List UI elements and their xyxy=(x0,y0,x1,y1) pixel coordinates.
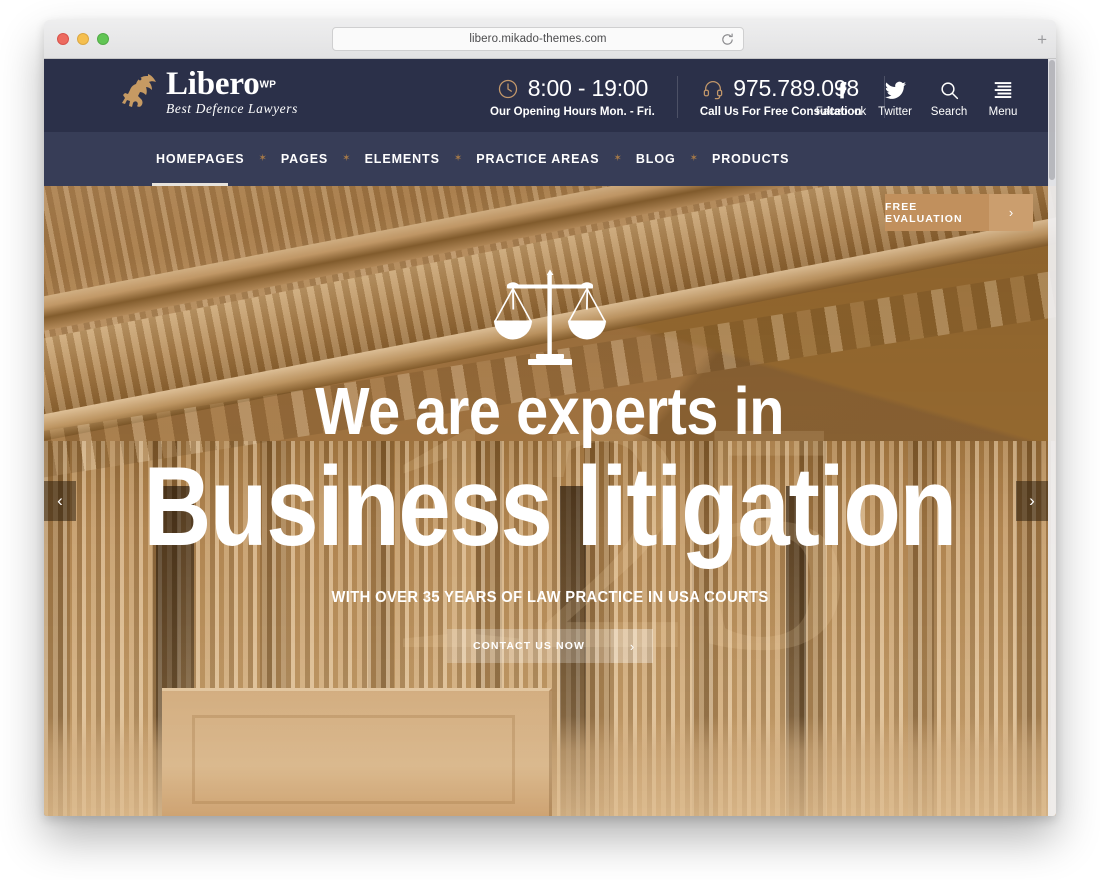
nav-item-homepages[interactable]: HOMEPAGES xyxy=(156,152,244,166)
nav-separator-icon: ✶ xyxy=(689,153,698,164)
nav-list: HOMEPAGES ✶ PAGES ✶ ELEMENTS ✶ PRACTICE … xyxy=(156,152,789,166)
griffin-icon xyxy=(118,68,160,116)
minimize-window-button[interactable] xyxy=(77,33,89,45)
nav-item-practice-areas[interactable]: PRACTICE AREAS xyxy=(476,152,599,166)
twitter-link[interactable]: Twitter xyxy=(868,77,922,118)
facebook-icon xyxy=(831,77,852,103)
nav-separator-icon: ✶ xyxy=(453,153,463,164)
menu-button[interactable]: Menu xyxy=(976,77,1030,118)
nav-item-pages[interactable]: PAGES xyxy=(281,152,328,166)
site-logo[interactable]: LiberoWP Best Defence Lawyers xyxy=(118,67,298,117)
twitter-label: Twitter xyxy=(878,106,912,118)
facebook-link[interactable]: Facebook xyxy=(814,77,868,118)
opening-hours-value: 8:00 - 19:00 xyxy=(527,75,649,101)
browser-titlebar: libero.mikado-themes.com + xyxy=(44,20,1056,59)
browser-window: libero.mikado-themes.com + LiberoWP Best… xyxy=(44,20,1056,816)
hero-content: We are experts in Business litigation WI… xyxy=(44,186,1056,816)
hero-slider: EQUAL JUSTICE UNDER LAW 125 xyxy=(44,186,1056,816)
nav-item-elements[interactable]: ELEMENTS xyxy=(365,152,440,166)
search-button[interactable]: Search xyxy=(922,77,976,118)
menu-label: Menu xyxy=(988,106,1018,118)
slider-prev-button[interactable]: ‹ xyxy=(44,481,76,521)
logo-name-row: LiberoWP xyxy=(166,66,298,102)
main-navigation: HOMEPAGES ✶ PAGES ✶ ELEMENTS ✶ PRACTICE … xyxy=(44,132,1056,186)
opening-hours-item: 8:00 - 19:00 Our Opening Hours Mon. - Fr… xyxy=(468,75,677,118)
chevron-right-icon: › xyxy=(611,629,654,663)
new-tab-button[interactable]: + xyxy=(1037,31,1047,48)
logo-superscript: WP xyxy=(259,79,277,91)
page-scrollbar[interactable] xyxy=(1048,59,1056,816)
nav-item-products[interactable]: PRODUCTS xyxy=(712,152,789,166)
free-evaluation-label: FREE EVALUATION xyxy=(885,194,989,231)
nav-item-blog[interactable]: BLOG xyxy=(636,152,676,166)
twitter-icon xyxy=(884,77,907,103)
site-header: LiberoWP Best Defence Lawyers 8:00 - 19:… xyxy=(44,59,1056,132)
scales-of-justice-icon xyxy=(490,268,610,372)
contact-us-now-label: CONTACT US NOW xyxy=(446,629,612,663)
search-label: Search xyxy=(930,106,968,118)
chevron-right-icon: › xyxy=(1029,491,1035,510)
chevron-left-icon: ‹ xyxy=(57,491,63,510)
contact-us-now-button[interactable]: CONTACT US NOW › xyxy=(446,629,654,663)
logo-text: LiberoWP Best Defence Lawyers xyxy=(166,67,298,117)
url-text: libero.mikado-themes.com xyxy=(469,33,607,45)
search-icon xyxy=(939,77,960,103)
nav-active-indicator xyxy=(152,183,228,186)
hero-heading-line-1: We are experts in xyxy=(315,374,785,449)
free-evaluation-button[interactable]: FREE EVALUATION › xyxy=(885,194,1033,231)
hero-heading-line-2: Business litigation xyxy=(143,444,958,569)
logo-name: Libero xyxy=(166,66,260,102)
nav-separator-icon: ✶ xyxy=(342,153,351,164)
window-controls xyxy=(57,33,109,45)
nav-separator-icon: ✶ xyxy=(258,153,267,164)
nav-separator-icon: ✶ xyxy=(613,153,622,164)
close-window-button[interactable] xyxy=(57,33,69,45)
header-icon-group: Facebook Twitter Search Menu xyxy=(814,77,1030,118)
facebook-label: Facebook xyxy=(815,106,867,118)
opening-hours-label: Our Opening Hours Mon. - Fri. xyxy=(490,106,655,118)
hero-subtitle: WITH OVER 35 YEARS OF LAW PRACTICE IN US… xyxy=(331,589,769,606)
reload-icon[interactable] xyxy=(720,32,735,47)
menu-icon xyxy=(992,77,1014,103)
headset-icon xyxy=(702,78,724,100)
page-viewport: LiberoWP Best Defence Lawyers 8:00 - 19:… xyxy=(44,59,1056,816)
opening-hours-top: 8:00 - 19:00 xyxy=(497,75,648,102)
zoom-window-button[interactable] xyxy=(97,33,109,45)
clock-icon xyxy=(497,78,519,100)
address-bar[interactable]: libero.mikado-themes.com xyxy=(332,27,744,51)
slider-next-button[interactable]: › xyxy=(1016,481,1048,521)
logo-tagline: Best Defence Lawyers xyxy=(166,101,298,117)
chevron-right-icon: › xyxy=(989,194,1033,231)
scrollbar-thumb[interactable] xyxy=(1049,60,1055,180)
